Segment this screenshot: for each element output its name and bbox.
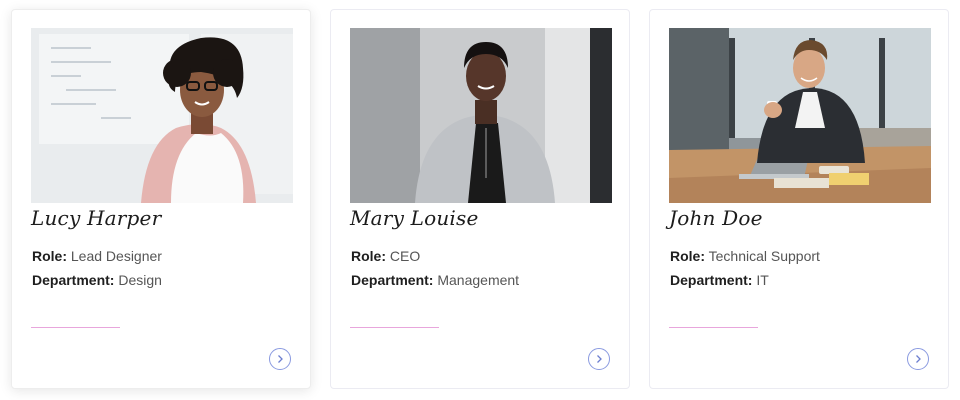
member-name: John Doe (669, 206, 763, 230)
role-value: Technical Support (708, 248, 820, 264)
accent-divider (350, 327, 439, 328)
department-label: Department: (351, 272, 434, 288)
role-value: CEO (389, 248, 421, 264)
department-label: Department: (670, 272, 753, 288)
profile-photo (31, 28, 293, 203)
role-value: Lead Designer (70, 248, 162, 264)
accent-divider (31, 327, 120, 328)
role-label: Role: (351, 248, 386, 264)
member-name: Lucy Harper (31, 206, 162, 230)
profile-photo (350, 28, 612, 203)
chevron-right-icon (913, 354, 923, 364)
view-profile-button[interactable] (269, 348, 291, 370)
team-card-lucy-harper[interactable]: Lucy Harper Role: Lead Designer Departme… (11, 9, 311, 389)
team-card-john-doe[interactable]: John Doe Role: Technical Support Departm… (649, 9, 949, 389)
department-value: IT (756, 272, 769, 288)
department-row: Department: IT (670, 272, 769, 288)
chevron-right-icon (594, 354, 604, 364)
team-cards: Lucy Harper Role: Lead Designer Departme… (0, 0, 960, 400)
view-profile-button[interactable] (907, 348, 929, 370)
department-label: Department: (32, 272, 115, 288)
role-label: Role: (32, 248, 67, 264)
chevron-right-icon (275, 354, 285, 364)
member-name: Mary Louise (350, 206, 479, 230)
profile-photo (669, 28, 931, 203)
team-card-mary-louise[interactable]: Mary Louise Role: CEO Department: Manage… (330, 9, 630, 389)
role-row: Role: CEO (351, 248, 420, 264)
view-profile-button[interactable] (588, 348, 610, 370)
department-row: Department: Design (32, 272, 162, 288)
role-label: Role: (670, 248, 705, 264)
role-row: Role: Lead Designer (32, 248, 162, 264)
department-value: Management (437, 272, 520, 288)
accent-divider (669, 327, 758, 328)
role-row: Role: Technical Support (670, 248, 820, 264)
department-row: Department: Management (351, 272, 519, 288)
department-value: Design (118, 272, 162, 288)
